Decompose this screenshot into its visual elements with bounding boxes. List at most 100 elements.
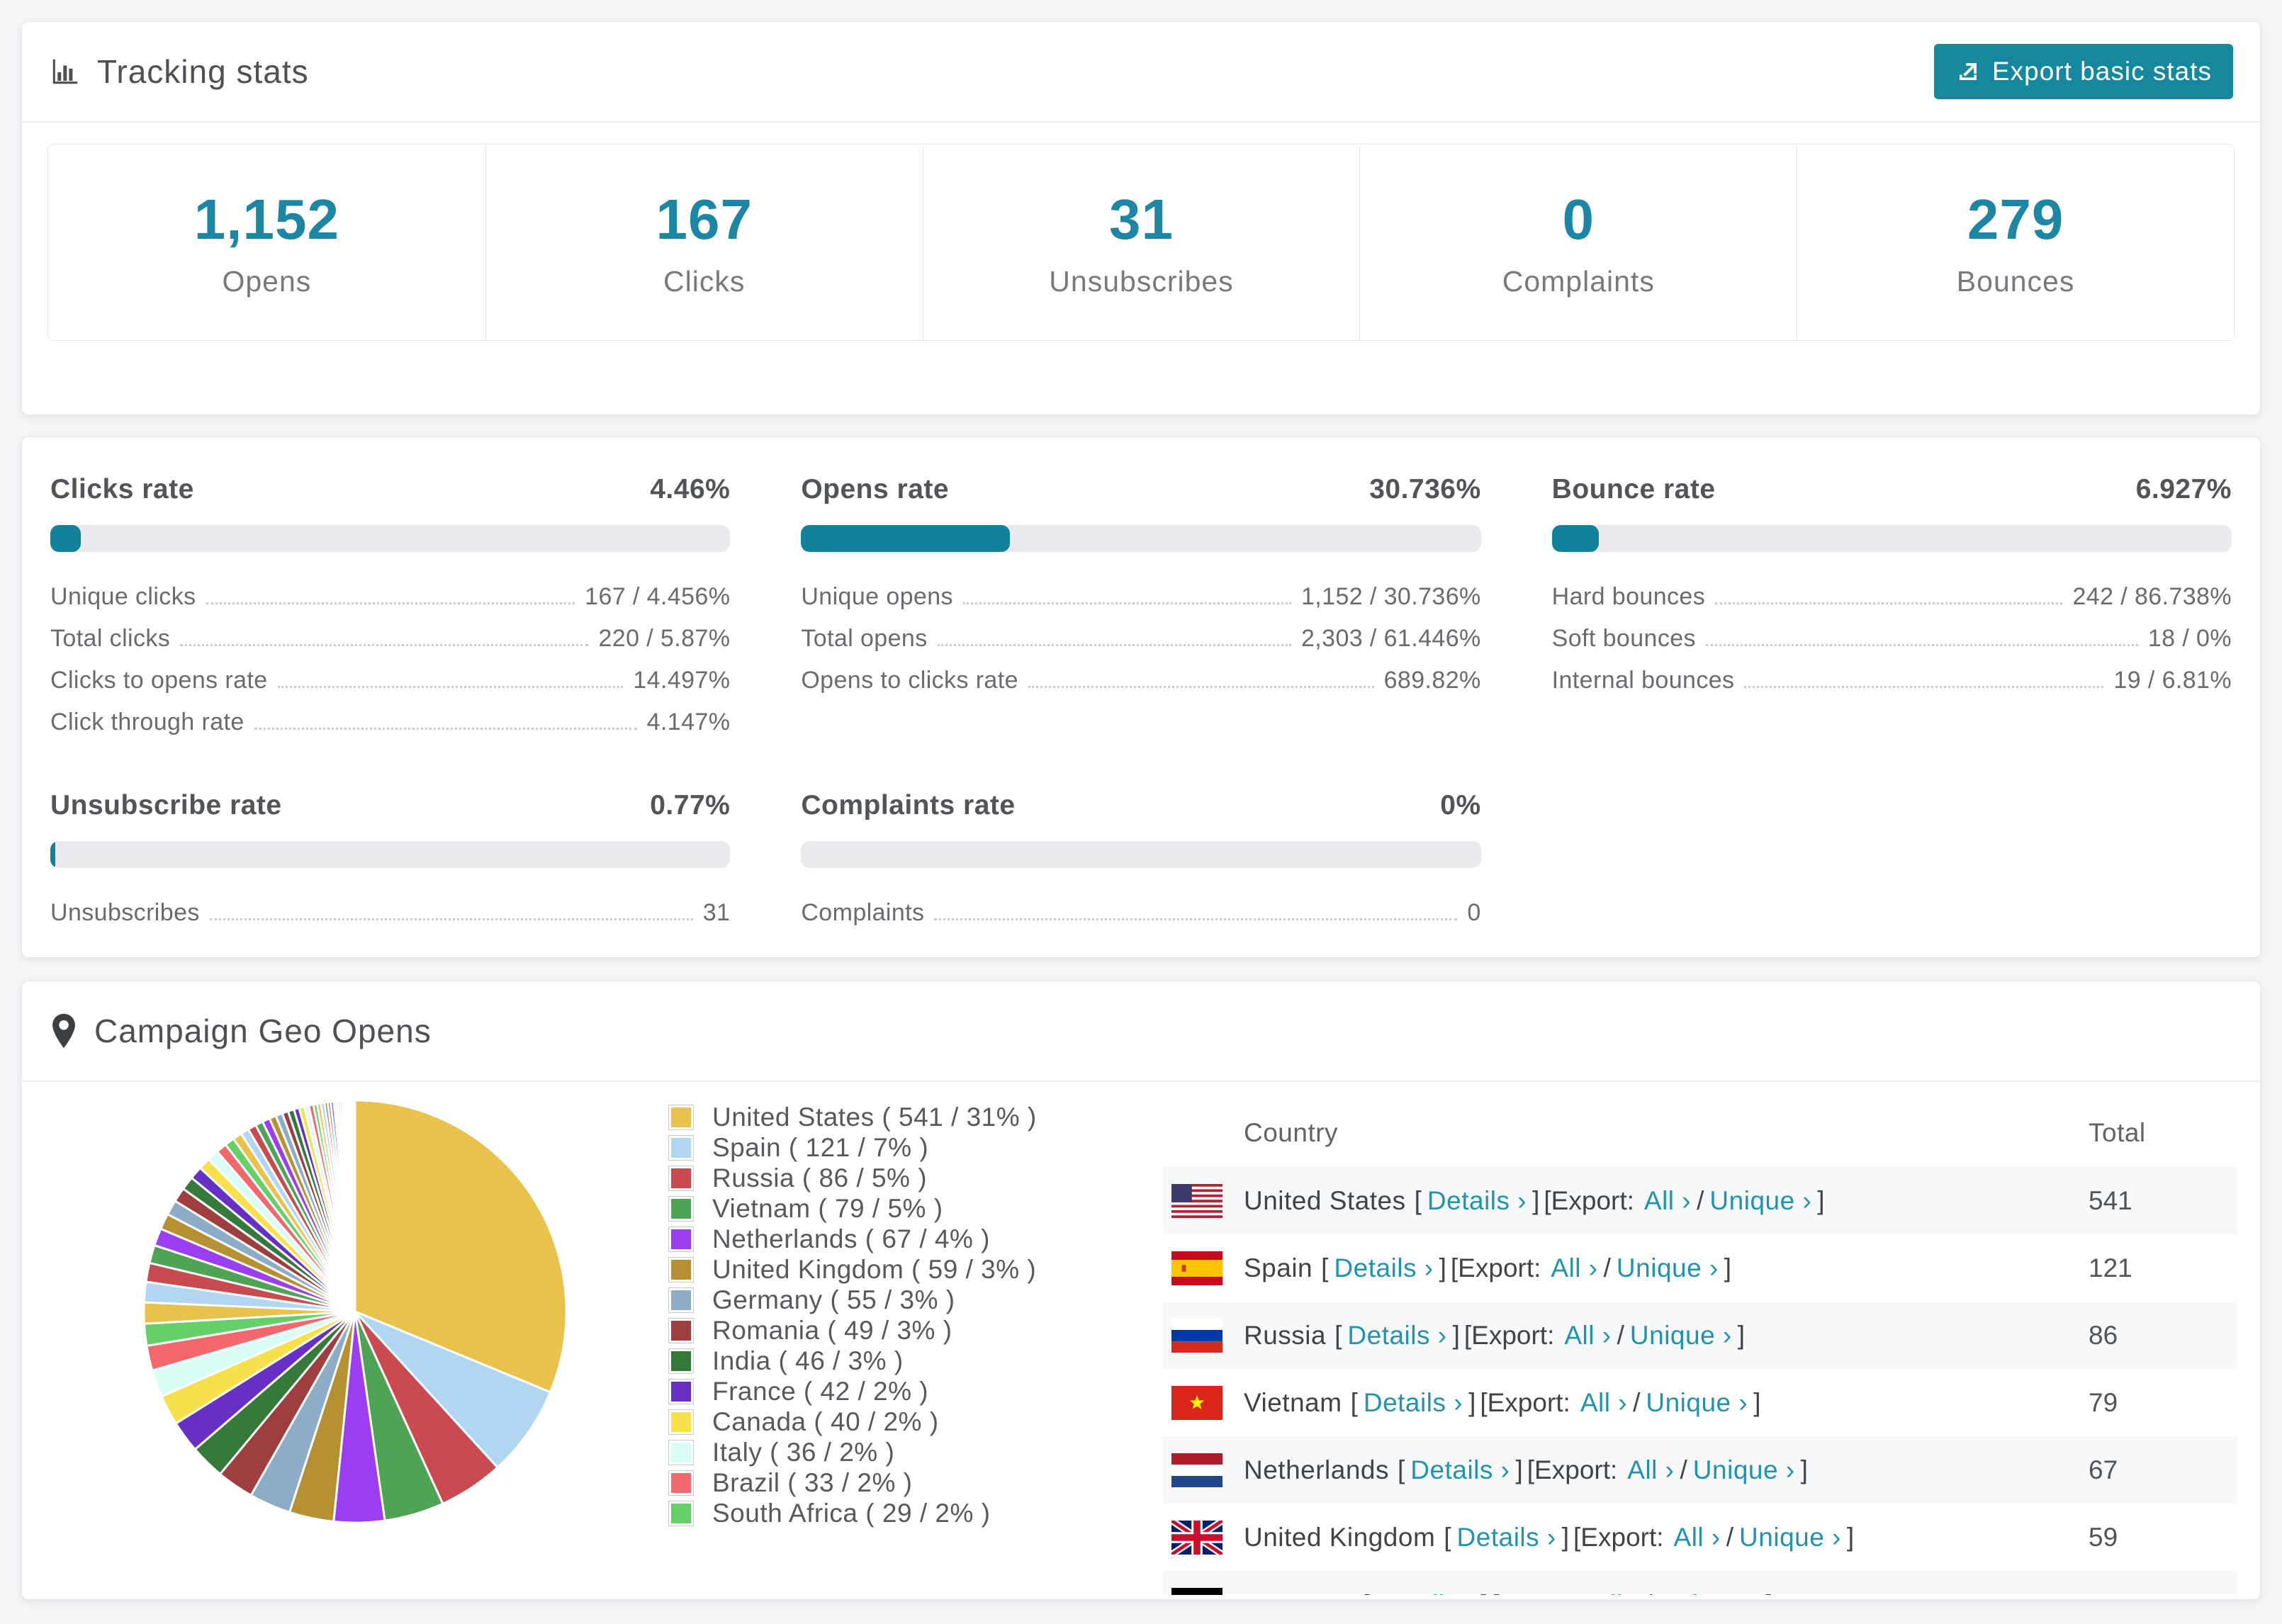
total-value: 86: [2089, 1320, 2118, 1350]
metric-row: Hard bounces 242 / 86.738%: [1551, 583, 2232, 610]
stat-complaints-value: 0: [1562, 187, 1595, 251]
export-all-link[interactable]: All ›: [1551, 1253, 1597, 1283]
export-unique-link[interactable]: Unique ›: [1646, 1388, 1748, 1418]
metric-row: Unique clicks 167 / 4.456%: [50, 583, 731, 610]
country-column-header: Country: [1244, 1118, 1339, 1147]
table-row-netherlands: Netherlands [Details ›] [Export: All › / Un…: [1163, 1436, 2237, 1504]
geo-header: Campaign Geo Opens: [22, 981, 2260, 1082]
geo-opens-pie-chart[interactable]: [135, 1092, 575, 1531]
legend-swatch: [668, 1409, 694, 1435]
legend-item: United Kingdom ( 59 / 3% ): [668, 1254, 1037, 1285]
stat-opens-label: Opens: [222, 264, 312, 298]
complaints-rate-progressbar: [801, 841, 1481, 868]
stat-unsubscribes-value: 31: [1109, 187, 1174, 251]
legend-swatch: [668, 1378, 694, 1404]
legend-swatch: [668, 1165, 694, 1191]
united-states-flag-icon: [1171, 1183, 1222, 1218]
legend-item: Spain ( 121 / 7% ): [668, 1132, 1037, 1163]
details-link[interactable]: Details ›: [1410, 1455, 1510, 1485]
unsubscribe-rate-block: Unsubscribe rate 0.77% Unsubscribes 31: [50, 790, 731, 934]
details-link[interactable]: Details ›: [1364, 1388, 1463, 1418]
unsubscribe-rate-percent: 0.77%: [650, 790, 731, 821]
export-all-link[interactable]: All ›: [1592, 1590, 1639, 1596]
stat-clicks-label: Clicks: [663, 264, 746, 298]
table-row-vietnam: Vietnam [Details ›] [Export: All › / Unique…: [1163, 1369, 2237, 1436]
export-all-link[interactable]: All ›: [1644, 1186, 1691, 1216]
complaints-rate-block: Complaints rate 0% Complaints 0: [801, 790, 1481, 934]
export-unique-link[interactable]: Unique ›: [1658, 1590, 1760, 1596]
stat-clicks-value: 167: [656, 187, 753, 251]
pie-legend: United States ( 541 / 31% ) Spain ( 121 …: [668, 1102, 1037, 1528]
legend-swatch: [668, 1470, 694, 1496]
total-column-header: Total: [2089, 1118, 2146, 1147]
export-all-link[interactable]: All ›: [1580, 1388, 1627, 1418]
legend-item: Canada ( 40 / 2% ): [668, 1406, 1037, 1437]
export-unique-link[interactable]: Unique ›: [1630, 1321, 1732, 1350]
legend-swatch: [668, 1348, 694, 1374]
stat-complaints-label: Complaints: [1502, 264, 1655, 298]
rates-panel: Clicks rate 4.46% Unique clicks 167 / 4.4…: [21, 436, 2261, 958]
spain-flag-icon: [1171, 1251, 1222, 1285]
opens-rate-block: Opens rate 30.736% Unique opens 1,152 / 3…: [801, 474, 1481, 743]
metric-row: Clicks to opens rate 14.497%: [50, 667, 731, 694]
stat-unsubscribes-label: Unsubscribes: [1049, 264, 1234, 298]
details-link[interactable]: Details ›: [1347, 1321, 1446, 1350]
stat-bounces-label: Bounces: [1956, 264, 2075, 298]
metric-row: Total clicks 220 / 5.87%: [50, 625, 731, 652]
legend-swatch: [668, 1134, 694, 1161]
clicks-rate-title: Clicks rate: [50, 474, 194, 504]
legend-swatch: [668, 1256, 694, 1282]
netherlands-flag-icon: [1171, 1453, 1222, 1487]
metric-row: Soft bounces 18 / 0%: [1551, 625, 2232, 652]
legend-item: United States ( 541 / 31% ): [668, 1102, 1037, 1132]
metric-row: Internal bounces 19 / 6.81%: [1551, 667, 2232, 694]
total-value: 121: [2089, 1253, 2132, 1282]
vietnam-flag-icon: [1171, 1385, 1222, 1420]
opens-rate-percent: 30.736%: [1369, 474, 1481, 504]
total-value: 67: [2089, 1455, 2118, 1484]
details-link[interactable]: Details ›: [1427, 1186, 1527, 1216]
geo-opens-table: Country Total United States [Details ›] …: [1163, 1099, 2237, 1595]
table-row-united-states: United States [Details ›] [Export: All › /…: [1163, 1167, 2237, 1234]
export-unique-link[interactable]: Unique ›: [1709, 1186, 1811, 1216]
stats-summary-strip: 1,152 Opens 167 Clicks 31 Unsubscribes 0…: [47, 144, 2235, 341]
legend-swatch: [668, 1195, 694, 1222]
opens-rate-progressbar: [801, 525, 1481, 552]
legend-item: Brazil ( 33 / 2% ): [668, 1467, 1037, 1498]
details-link[interactable]: Details ›: [1334, 1253, 1433, 1283]
export-all-link[interactable]: All ›: [1627, 1455, 1674, 1485]
legend-swatch: [668, 1500, 694, 1526]
export-unique-link[interactable]: Unique ›: [1617, 1253, 1719, 1283]
stat-unsubscribes: 31 Unsubscribes: [922, 145, 1360, 340]
legend-item: Netherlands ( 67 / 4% ): [668, 1224, 1037, 1254]
export-all-link[interactable]: All ›: [1674, 1523, 1721, 1552]
export-button-label: Export basic stats: [1991, 57, 2212, 86]
legend-item: Italy ( 36 / 2% ): [668, 1437, 1037, 1467]
bar-chart-icon: [49, 55, 82, 88]
russia-flag-icon: [1171, 1318, 1222, 1353]
unsubscribe-rate-progressbar: [50, 841, 731, 868]
legend-swatch: [668, 1439, 694, 1465]
clicks-rate-progressbar: [50, 525, 731, 552]
complaints-rate-title: Complaints rate: [801, 790, 1016, 821]
export-icon: [1955, 59, 1981, 84]
details-link[interactable]: Details ›: [1457, 1523, 1556, 1552]
details-link[interactable]: Details ›: [1376, 1590, 1475, 1596]
metric-row: Total opens 2,303 / 61.446%: [801, 625, 1481, 652]
stat-bounces-value: 279: [1967, 187, 2064, 251]
table-row-germany: Germany [Details ›] [Export:All ›/Unique…: [1163, 1571, 2237, 1595]
legend-item: Romania ( 49 / 3% ): [668, 1315, 1037, 1346]
table-row-united-kingdom: United Kingdom [Details ›] [Export: All ›…: [1163, 1504, 2237, 1571]
tracking-stats-panel: Tracking stats Export basic stats 1,152 …: [21, 21, 2261, 415]
stat-opens-value: 1,152: [193, 187, 339, 251]
export-unique-link[interactable]: Unique ›: [1693, 1455, 1795, 1485]
bounce-rate-title: Bounce rate: [1551, 474, 1716, 504]
legend-item: Russia ( 86 / 5% ): [668, 1163, 1037, 1193]
export-unique-link[interactable]: Unique ›: [1739, 1523, 1841, 1552]
stat-opens: 1,152 Opens: [48, 145, 485, 340]
export-all-link[interactable]: All ›: [1564, 1321, 1611, 1350]
bounce-rate-percent: 6.927%: [2135, 474, 2232, 504]
metric-row: Unsubscribes 31: [50, 899, 731, 926]
export-basic-stats-button[interactable]: Export basic stats: [1933, 44, 2233, 99]
legend-swatch: [668, 1104, 694, 1130]
